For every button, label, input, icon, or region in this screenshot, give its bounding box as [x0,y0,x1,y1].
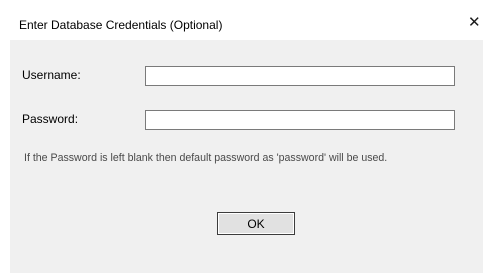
title-bar: Enter Database Credentials (Optional) ✕ [0,0,483,40]
password-field[interactable] [145,110,455,130]
ok-button[interactable]: OK [217,212,295,235]
password-label: Password: [22,112,79,126]
credentials-dialog: Enter Database Credentials (Optional) ✕ … [0,0,483,273]
username-label: Username: [22,68,81,82]
password-hint-text: If the Password is left blank then defau… [24,152,388,164]
dialog-body: Username: Password: If the Password is l… [10,40,483,273]
dialog-title: Enter Database Credentials (Optional) [19,18,223,32]
close-icon[interactable]: ✕ [468,13,483,33]
username-field[interactable] [145,66,455,86]
